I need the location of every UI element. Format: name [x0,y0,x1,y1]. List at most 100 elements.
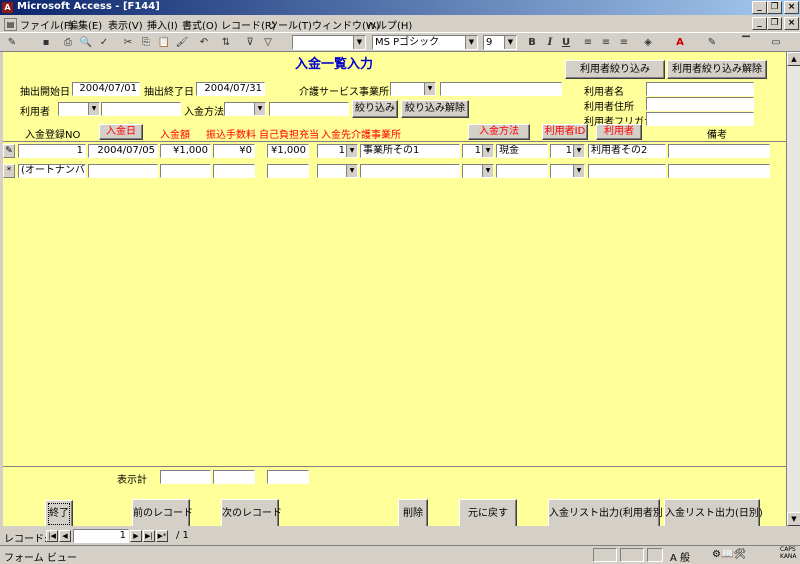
user-combo[interactable]: ▼ [58,102,100,116]
doc-close-button[interactable]: × [784,17,799,30]
new-row-note-field[interactable] [668,164,770,178]
border-style-icon[interactable]: ▭ [768,35,784,50]
filter-icon[interactable]: ▽ [260,35,276,50]
row-fee-field[interactable]: ¥0 [213,144,255,158]
new-row-fee-field[interactable] [213,164,255,178]
new-record-selector[interactable]: * [3,164,15,178]
format-painter-icon[interactable]: 🖌 [174,35,190,50]
menu-edit[interactable]: 編集(E) [68,17,102,32]
spelling-icon[interactable]: ✓ [96,35,112,50]
payment-method-combo[interactable]: ▼ [224,102,266,116]
user-address-field[interactable] [646,97,754,111]
doc-restore-button[interactable]: ❐ [767,17,782,30]
new-row-date-field[interactable] [88,164,158,178]
user-filter-clear-button[interactable]: 利用者絞り込み解除 [667,60,767,79]
font-color-icon[interactable]: A [672,35,688,50]
object-combo[interactable]: ▼ [292,35,366,50]
new-row-amount-field[interactable] [160,164,211,178]
new-row-provider-name[interactable] [360,164,460,178]
line-color-icon[interactable]: ✎ [704,35,720,50]
col-date-sort-button[interactable]: 入金日 [99,124,143,140]
row-provider-name[interactable]: 事業所その1 [360,144,460,158]
first-record-icon[interactable]: |◀ [46,530,58,542]
export-by-date-button[interactable]: 入金リスト出力(日別) [664,499,763,526]
restore-button[interactable]: ❐ [767,1,782,14]
italic-button[interactable]: I [542,35,558,50]
undo-icon[interactable]: ↶ [196,35,212,50]
menu-format[interactable]: 書式(O) [182,17,218,32]
font-name-combo[interactable]: MS Pゴシック ▼ [372,35,478,50]
new-row-user-id-combo[interactable]: ▼ [550,164,585,178]
minimize-button[interactable]: _ [752,1,767,14]
print-preview-icon[interactable]: 🔍 [78,35,94,50]
menu-insert[interactable]: 挿入(I) [147,17,178,32]
prev-record-icon[interactable]: ◀ [59,530,71,542]
col-method-sort-button[interactable]: 入金方法 [468,124,530,140]
font-size-combo[interactable]: 9 ▼ [483,35,517,50]
last-record-icon[interactable]: ▶| [143,530,155,542]
cut-icon[interactable]: ✂ [120,35,136,50]
end-date-field[interactable]: 2004/07/31 [196,82,265,96]
user-name-field[interactable] [646,82,754,96]
menu-view[interactable]: 表示(V) [108,17,143,32]
record-selector[interactable]: ✎ [3,144,15,158]
new-row-method-combo[interactable]: ▼ [462,164,494,178]
align-center-icon[interactable]: ≡ [598,35,614,50]
filter-selection-icon[interactable]: ⊽ [242,35,258,50]
filter-button[interactable]: 絞り込み [352,100,398,118]
menu-tools[interactable]: ツール(T) [268,17,312,32]
new-row-user-name[interactable] [588,164,666,178]
next-record-icon[interactable]: ▶ [130,530,142,542]
ime-tools-icon[interactable]: ⚙📖🛠 [712,549,746,560]
col-user-id-sort-button[interactable]: 利用者ID [542,124,588,140]
row-user-name[interactable]: 利用者その2 [588,144,666,158]
scroll-down-icon[interactable]: ▼ [787,512,800,526]
row-provider-combo[interactable]: 1 ▼ [317,144,358,158]
row-date-field[interactable]: 2004/07/05 [88,144,158,158]
filter-clear-button[interactable]: 絞り込み解除 [401,100,469,118]
next-record-button[interactable]: 次のレコード [221,499,282,526]
payment-method-display[interactable] [269,102,349,116]
service-provider-combo[interactable]: ▼ [390,82,436,96]
align-left-icon[interactable]: ≡ [580,35,596,50]
new-row-method-name[interactable] [496,164,548,178]
new-row-provider-combo[interactable]: ▼ [317,164,358,178]
bold-button[interactable]: B [524,35,540,50]
row-method-combo[interactable]: 1 ▼ [462,144,494,158]
view-icon[interactable]: ✎ [4,35,20,50]
copy-icon[interactable]: ⎘ [138,35,154,50]
row-user-id-combo[interactable]: 1 ▼ [550,144,585,158]
new-row-no-field[interactable]: (オートナンバー) [18,164,86,178]
delete-button[interactable]: 削除 [398,499,428,526]
row-no-field[interactable]: 1 [18,144,86,158]
current-record-field[interactable]: 1 [73,529,129,543]
new-row-self-pay-field[interactable] [267,164,309,178]
align-right-icon[interactable]: ≡ [616,35,632,50]
scroll-up-icon[interactable]: ▲ [787,52,800,66]
border-width-icon[interactable]: ▔ [738,35,754,50]
doc-minimize-button[interactable]: _ [752,17,767,30]
user-filter-button[interactable]: 利用者絞り込み [565,60,665,79]
save-icon[interactable]: ▪ [38,35,54,50]
undo-button[interactable]: 元に戻す [459,499,517,526]
service-provider-name-field[interactable] [440,82,562,96]
print-icon[interactable]: ⎙ [60,35,76,50]
underline-button[interactable]: U [558,35,574,50]
user-kana-field[interactable] [646,112,754,126]
row-note-field[interactable] [668,144,770,158]
sort-icon[interactable]: ⇅ [218,35,234,50]
new-record-icon[interactable]: ▶* [156,530,168,542]
exit-button[interactable]: 終了 [45,500,73,526]
close-button[interactable]: × [784,1,799,14]
row-self-pay-field[interactable]: ¥1,000 [267,144,309,158]
export-by-user-button[interactable]: 入金リスト出力(利用者別) [548,499,667,526]
menu-file[interactable]: ファイル(F) [20,17,74,32]
user-name-display[interactable] [101,102,181,116]
menu-help[interactable]: ヘルプ(H) [367,17,412,32]
paste-icon[interactable]: 📋 [156,35,172,50]
start-date-field[interactable]: 2004/07/01 [72,82,140,96]
form-icon[interactable]: ▤ [4,18,17,31]
vertical-scrollbar[interactable]: ▲ ▼ [786,52,800,526]
row-method-name[interactable]: 現金 [496,144,548,158]
fill-color-icon[interactable]: ◈ [640,35,656,50]
